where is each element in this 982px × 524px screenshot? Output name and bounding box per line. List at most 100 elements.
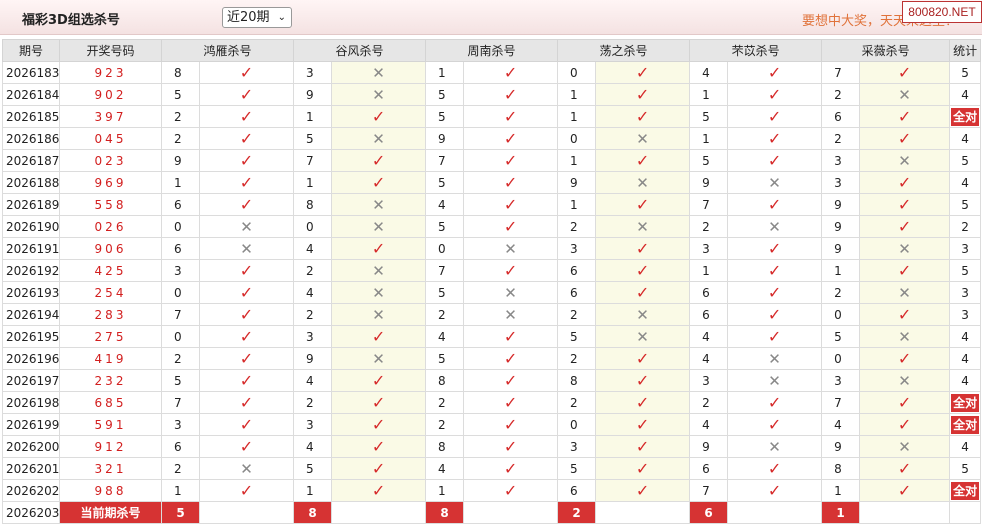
kill-number-cell: 6 [161,237,200,260]
draw-number-cell: 232 [59,369,162,392]
kill-number-cell: 2 [293,391,333,414]
kill-number-cell: 6 [821,105,861,128]
kill-number-cell: 0 [425,237,465,260]
current-kill-label: 当前期杀号 [59,501,162,524]
kill-number-cell: 3 [293,61,333,84]
stat-cell: 2 [949,215,982,238]
col-header-zhounan: 周南杀号 [425,39,559,62]
cross-icon: ✕ [727,369,823,392]
kill-number-cell: 2 [161,347,200,370]
cross-icon: ✕ [727,215,823,238]
check-icon: ✓ [198,83,295,106]
table-row: 2026194 283 7 ✓ 2 ✕ 2 ✕ 2 ✕ 6 ✓ 0 ✓ 3 [2,303,982,326]
check-icon: ✓ [727,61,823,84]
period-cell: 2026196 [2,347,60,370]
period-cell: 2026186 [2,127,60,150]
kill-number-cell: 6 [161,193,200,216]
kill-number-cell: 0 [161,215,200,238]
check-icon: ✓ [331,149,427,172]
kill-number-cell: 9 [425,127,465,150]
kill-number-cell: 5 [293,457,333,480]
cross-icon: ✕ [198,215,295,238]
col-header-fuyi: 芣苡杀号 [689,39,823,62]
kill-number-cell: 1 [821,479,861,502]
table-header-row: 期号 开奖号码 鸿雁杀号 谷风杀号 周南杀号 荡之杀号 芣苡杀号 采薇杀号 统计 [2,39,982,62]
kill-number-cell: 8 [161,61,200,84]
kill-number-cell: 2 [557,215,597,238]
kill-number-cell: 3 [293,325,333,348]
cross-icon: ✕ [331,281,427,304]
kill-number-cell: 5 [821,325,861,348]
check-icon: ✓ [463,215,559,238]
period-cell: 2026201 [2,457,60,480]
check-icon: ✓ [859,259,951,282]
cross-icon: ✕ [331,215,427,238]
cross-icon: ✕ [595,303,691,326]
cross-icon: ✕ [727,435,823,458]
current-kill-number: 8 [425,501,465,524]
table-row: 2026193 254 0 ✓ 4 ✕ 5 ✕ 6 ✓ 6 ✓ 2 ✕ 3 [2,281,982,304]
check-icon: ✓ [463,413,559,436]
draw-number-cell: 254 [59,281,162,304]
kill-number-cell: 2 [161,457,200,480]
period-select-value: 近20期 [227,10,270,25]
empty-cell [859,501,951,524]
period-cell: 2026185 [2,105,60,128]
kill-number-cell: 5 [689,149,729,172]
period-cell: 2026193 [2,281,60,304]
col-header-dangzhi: 荡之杀号 [557,39,691,62]
kill-number-cell: 5 [557,325,597,348]
stat-cell: 4 [949,435,982,458]
kill-number-cell: 3 [161,413,200,436]
kill-number-cell: 3 [161,259,200,282]
table-row: 2026198 685 7 ✓ 2 ✓ 2 ✓ 2 ✓ 2 ✓ 7 ✓ 全对 [2,391,982,414]
stat-cell: 4 [949,127,982,150]
col-header-caiwei: 采薇杀号 [821,39,951,62]
kill-number-cell: 4 [689,325,729,348]
check-icon: ✓ [727,457,823,480]
check-icon: ✓ [198,391,295,414]
kill-number-cell: 5 [161,369,200,392]
table-row: 2026188 969 1 ✓ 1 ✓ 5 ✓ 9 ✕ 9 ✕ 3 ✓ 4 [2,171,982,194]
kill-number-cell: 3 [689,237,729,260]
stat-cell: 3 [949,303,982,326]
empty-cell [727,501,823,524]
cross-icon: ✕ [331,193,427,216]
period-cell: 2026184 [2,83,60,106]
cross-icon: ✕ [859,369,951,392]
kill-number-cell: 5 [293,127,333,150]
kill-number-cell: 3 [689,369,729,392]
check-icon: ✓ [331,391,427,414]
check-icon: ✓ [595,369,691,392]
check-icon: ✓ [859,171,951,194]
check-icon: ✓ [198,193,295,216]
check-icon: ✓ [727,259,823,282]
kill-number-cell: 4 [293,281,333,304]
kill-number-cell: 6 [689,303,729,326]
kill-number-cell: 2 [425,303,465,326]
check-icon: ✓ [198,105,295,128]
check-icon: ✓ [727,127,823,150]
cross-icon: ✕ [331,347,427,370]
check-icon: ✓ [595,61,691,84]
all-correct-badge: 全对 [951,393,980,412]
check-icon: ✓ [331,237,427,260]
kill-number-cell: 2 [557,303,597,326]
kill-number-cell: 2 [293,259,333,282]
kill-number-cell: 1 [689,259,729,282]
check-icon: ✓ [198,149,295,172]
empty-cell [198,501,295,524]
kill-number-cell: 8 [821,457,861,480]
period-select[interactable]: 近20期 ⌄ [222,7,292,28]
kill-number-cell: 7 [821,391,861,414]
check-icon: ✓ [331,171,427,194]
kill-number-cell: 6 [689,457,729,480]
all-correct-badge: 全对 [951,415,980,434]
kill-number-cell: 3 [821,171,861,194]
kill-number-cell: 2 [557,347,597,370]
period-cell: 2026203 [2,501,60,524]
table-row: 2026200 912 6 ✓ 4 ✓ 8 ✓ 3 ✓ 9 ✕ 9 ✕ 4 [2,435,982,458]
kill-number-cell: 0 [161,325,200,348]
col-header-period: 期号 [2,39,60,62]
empty-cell [595,501,691,524]
